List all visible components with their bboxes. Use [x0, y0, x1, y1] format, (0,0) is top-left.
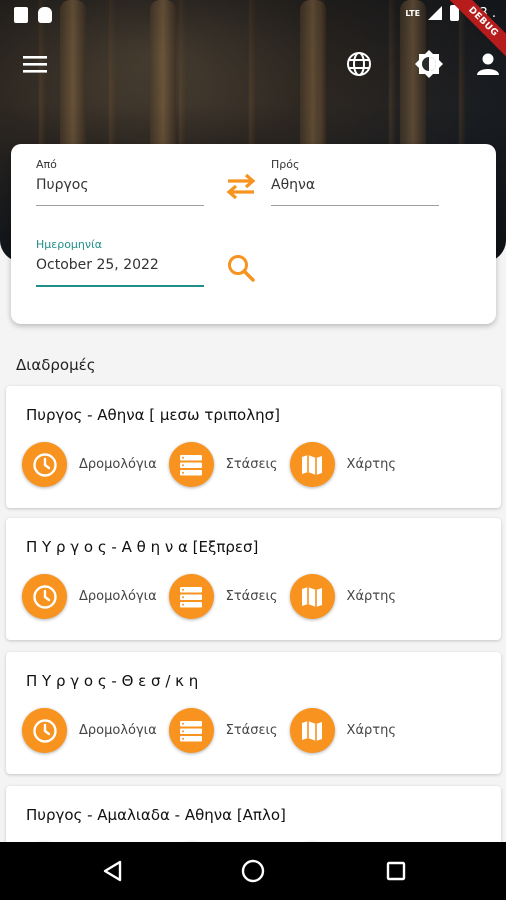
routes-section-title: Διαδρομές	[16, 356, 96, 374]
map-icon	[302, 454, 323, 475]
route-title: Π Υ ρ γ ο ς - Θ ε σ / κ η	[26, 672, 199, 690]
stops-circle	[168, 442, 214, 487]
route-actions: Δρομολόγια Στάσεις	[22, 442, 408, 487]
app-bar	[0, 46, 506, 86]
theme-toggle-button[interactable]	[411, 46, 447, 82]
schedules-circle	[22, 442, 67, 487]
stops-button[interactable]: Στάσεις	[168, 574, 278, 619]
route-title: Πυργος - Αθηνα [ μεσω τριπολησ]	[26, 406, 280, 424]
route-actions: Δρομολόγια Στάσεις	[22, 708, 408, 753]
schedules-button[interactable]: Δρομολόγια	[22, 442, 157, 487]
map-circle	[289, 708, 335, 753]
stops-circle	[168, 574, 214, 619]
brightness-icon	[415, 50, 443, 78]
system-nav-bar	[0, 842, 506, 900]
map-icon	[302, 586, 323, 607]
schedules-circle	[22, 574, 67, 619]
from-label: Από	[36, 158, 57, 171]
route-title: Πυργος - Αμαλιαδα - Αθηνα [Απλο]	[26, 806, 286, 824]
route-card[interactable]: Π Υ ρ γ ο ς - Θ ε σ / κ η Δρομολόγια Στά…	[6, 652, 501, 774]
stops-label: Στάσεις	[225, 589, 278, 604]
route-actions: Δρομολόγια Στάσεις	[22, 574, 408, 619]
map-label: Χάρτης	[346, 723, 396, 738]
route-title: Π Υ ρ γ ο ς - Α θ η ν α [Εξπρεσ]	[26, 538, 259, 556]
map-icon	[302, 720, 323, 741]
schedules-button[interactable]: Δρομολόγια	[22, 574, 157, 619]
list-icon	[180, 454, 203, 475]
from-value[interactable]: Πυργος	[36, 177, 204, 205]
date-label: Ημερομηνία	[36, 238, 103, 251]
menu-button[interactable]	[17, 46, 53, 82]
menu-icon	[23, 56, 47, 73]
back-button[interactable]	[96, 855, 128, 887]
stops-label: Στάσεις	[225, 457, 278, 472]
sd-card-icon	[14, 7, 28, 23]
clock-icon	[32, 718, 57, 743]
stops-button[interactable]: Στάσεις	[168, 708, 278, 753]
to-field[interactable]: Πρός Αθηνα	[271, 158, 439, 206]
to-underline	[271, 205, 439, 206]
from-underline	[36, 205, 204, 206]
stops-button[interactable]: Στάσεις	[168, 442, 278, 487]
list-icon	[180, 720, 203, 741]
swap-button[interactable]	[217, 168, 265, 204]
to-label: Πρός	[271, 158, 300, 171]
globe-icon	[347, 52, 371, 76]
signal-icon	[428, 6, 443, 20]
recents-button[interactable]	[380, 855, 412, 887]
status-bar: LTE 0 3 .	[0, 0, 506, 30]
map-label: Χάρτης	[346, 589, 396, 604]
stops-label: Στάσεις	[225, 723, 278, 738]
back-icon	[103, 860, 122, 882]
map-button[interactable]: Χάρτης	[289, 442, 396, 487]
search-card: Από Πυργος Πρός Αθηνα Ημερομηνία October…	[11, 144, 496, 324]
recents-icon	[386, 861, 406, 881]
map-label: Χάρτης	[346, 457, 396, 472]
search-icon	[228, 255, 255, 282]
swap-icon	[226, 173, 256, 199]
schedules-label: Δρομολόγια	[79, 589, 157, 604]
route-card[interactable]: Π Υ ρ γ ο ς - Α θ η ν α [Εξπρεσ] Δρομολό…	[6, 518, 501, 640]
stops-circle	[168, 708, 214, 753]
home-button[interactable]	[237, 855, 269, 887]
map-circle	[289, 442, 335, 487]
person-icon	[477, 53, 499, 75]
network-type: LTE	[405, 8, 421, 18]
map-circle	[289, 574, 335, 619]
clock-icon	[32, 452, 57, 477]
map-button[interactable]: Χάρτης	[289, 708, 396, 753]
from-field[interactable]: Από Πυργος	[36, 158, 204, 206]
home-icon	[241, 859, 265, 883]
schedules-label: Δρομολόγια	[79, 457, 157, 472]
language-button[interactable]	[341, 46, 377, 82]
android-icon	[38, 7, 52, 23]
list-icon	[180, 586, 203, 607]
to-value[interactable]: Αθηνα	[271, 177, 439, 205]
search-button[interactable]	[217, 246, 265, 290]
map-button[interactable]: Χάρτης	[289, 574, 396, 619]
schedules-label: Δρομολόγια	[79, 723, 157, 738]
route-card[interactable]: Πυργος - Αθηνα [ μεσω τριπολησ] Δρομολόγ…	[6, 386, 501, 508]
schedules-button[interactable]: Δρομολόγια	[22, 708, 157, 753]
date-value[interactable]: October 25, 2022	[36, 257, 204, 285]
date-underline	[36, 285, 204, 287]
schedules-circle	[22, 708, 67, 753]
clock-icon	[32, 584, 57, 609]
date-field[interactable]: Ημερομηνία October 25, 2022	[36, 238, 204, 287]
